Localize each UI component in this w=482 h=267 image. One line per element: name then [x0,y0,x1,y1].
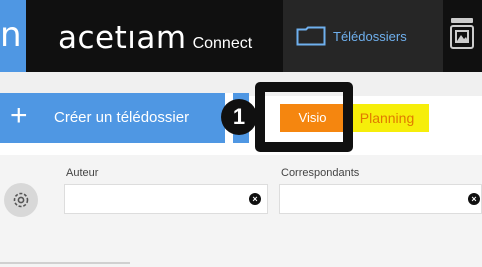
clear-correspondents-icon[interactable]: × [468,193,480,205]
correspondents-label: Correspondants [281,167,360,179]
app-window: n acetıam Connect Télédossiers + Créer un [0,0,482,267]
step-badge: 1 [221,99,257,135]
divider [0,262,130,264]
tab-label: Télédossiers [333,29,407,44]
folder-icon [296,26,326,51]
brand-sub: Connect [192,35,253,52]
planning-button[interactable]: Planning [345,104,429,132]
create-button-label: Créer un télédossier [54,109,190,126]
author-label: Auteur [66,167,99,179]
clear-author-icon[interactable]: × [249,193,261,205]
gear-icon[interactable] [4,183,38,217]
highlight-frame [255,82,353,152]
create-teledossier-button[interactable]: + Créer un télédossier [0,93,225,143]
image-frame-icon[interactable] [448,16,478,56]
logo-tile[interactable]: n [0,0,26,72]
tab-teledossiers[interactable]: Télédossiers [283,0,443,72]
author-field[interactable]: × [64,184,268,214]
correspondents-field[interactable]: × [279,184,482,214]
brand: acetıam Connect [58,20,252,56]
brand-name: acetıam [58,20,187,56]
plus-icon: + [10,99,28,132]
logo-glyph: n [0,15,22,55]
top-bar: n acetıam Connect Télédossiers [0,0,482,72]
